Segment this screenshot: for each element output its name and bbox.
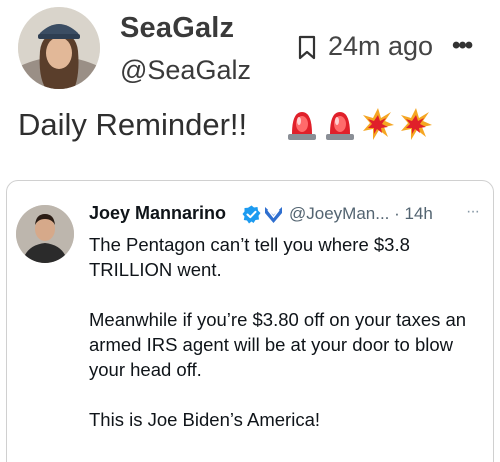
post-text: Daily Reminder!! <box>18 107 248 142</box>
quoted-handle-time: @JoeyMan... · 14h <box>289 204 433 223</box>
post-timestamp: 24m ago <box>328 31 434 61</box>
bookmark-icon[interactable] <box>297 35 317 61</box>
affiliate-badge-icon <box>263 205 284 225</box>
author-display-name[interactable]: SeaGalz <box>120 12 234 45</box>
quoted-more-icon[interactable]: ··· <box>466 203 480 221</box>
collision-icon <box>363 108 394 140</box>
author-avatar[interactable] <box>18 7 100 89</box>
emoji-row <box>285 106 433 142</box>
quoted-paragraph: Meanwhile if you’re $3.80 off on your ta… <box>89 309 467 380</box>
more-options-icon[interactable]: ••• <box>452 34 486 58</box>
collision-icon <box>401 108 432 140</box>
quoted-author-name[interactable]: Joey Mannarino <box>89 203 226 224</box>
police-light-icon <box>326 112 354 140</box>
quoted-paragraph: The Pentagon can’t tell you where $3.8 T… <box>89 234 410 280</box>
verified-icon <box>242 205 261 224</box>
author-handle[interactable]: @SeaGalz <box>120 55 251 86</box>
quoted-post-body: The Pentagon can’t tell you where $3.8 T… <box>89 232 484 457</box>
police-light-icon <box>288 112 316 140</box>
quoted-author-avatar[interactable] <box>16 205 74 263</box>
quoted-paragraph: This is Joe Biden’s America! <box>89 409 321 430</box>
